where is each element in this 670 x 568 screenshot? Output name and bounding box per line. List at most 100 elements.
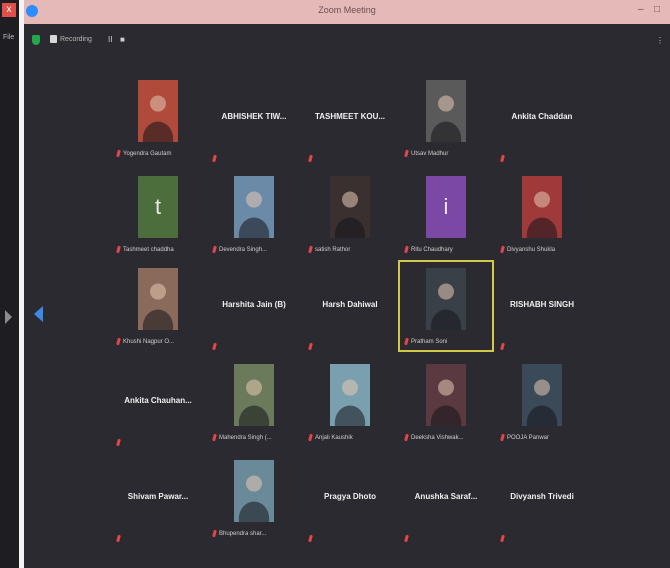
participant-tile[interactable]: satish Rathor — [302, 168, 398, 260]
participant-caption-text: satish Rathor — [315, 247, 351, 254]
stop-recording-button[interactable]: ■ — [120, 35, 125, 44]
previous-page-arrow-icon[interactable] — [34, 306, 43, 322]
person-silhouette-icon — [426, 80, 466, 142]
participant-caption-text: Pratham Soni — [411, 339, 448, 346]
participant-video — [234, 176, 274, 238]
participant-tile[interactable]: Ankita Chaddan — [494, 72, 590, 164]
more-options-icon[interactable]: ⋮ — [656, 36, 664, 45]
participant-tile[interactable]: Khushi Nagpur O... — [110, 260, 206, 352]
mic-muted-icon-glyph — [116, 438, 121, 447]
participant-caption-text: Yogendra Gautam — [123, 151, 172, 158]
mic-muted-icon-glyph — [308, 154, 313, 163]
participant-caption: Pratham Soni — [404, 337, 448, 346]
close-icon[interactable]: x — [2, 3, 16, 17]
mic-muted-icon — [212, 529, 217, 538]
mic-muted-icon — [116, 149, 121, 158]
participant-tile[interactable]: Anjali Kaushik — [302, 356, 398, 448]
participant-tile[interactable]: Pragya Dhoto — [302, 452, 398, 544]
minimize-button[interactable]: – — [638, 4, 644, 15]
mic-muted-icon-glyph — [404, 534, 409, 543]
zoom-meeting-window: Zoom Meeting – □ Recording II ■ ⋮ Yogend… — [24, 0, 670, 568]
participant-tile[interactable]: TASHMEET KOU... — [302, 72, 398, 164]
participant-caption-text: POOJA Panwar — [507, 435, 550, 442]
mic-muted-icon — [116, 245, 121, 254]
participant-tile[interactable]: Devendra Singh... — [206, 168, 302, 260]
participant-tile[interactable]: Pratham Soni — [398, 260, 494, 352]
mic-muted-icon — [308, 338, 315, 356]
participant-tile[interactable]: Shivam Pawar... — [110, 452, 206, 544]
participant-caption-text: Khushi Nagpur O... — [123, 339, 175, 346]
participant-name: Anushka Saraf... — [414, 492, 478, 501]
participant-caption-text: Anjali Kaushik — [315, 435, 353, 442]
maximize-button[interactable]: □ — [654, 4, 660, 15]
participant-caption: Tashmeet chaddha — [116, 245, 174, 254]
participant-caption-text: Utsav Madhur — [411, 151, 449, 158]
meeting-toolbar: Recording II ■ ⋮ — [24, 24, 670, 52]
mic-muted-icon — [212, 150, 219, 168]
participant-tile[interactable]: Anushka Saraf... — [398, 452, 494, 544]
mic-muted-icon — [500, 338, 507, 356]
participant-caption: Devendra Singh... — [212, 245, 268, 254]
participant-tile[interactable]: Harsh Dahiwal — [302, 260, 398, 352]
participant-video — [522, 176, 562, 238]
avatar-initial: i — [443, 194, 449, 219]
participant-caption-text: Deeksha Vishwak... — [411, 435, 464, 442]
participant-tile[interactable]: Divyansh Trivedi — [494, 452, 590, 544]
mic-muted-icon — [212, 433, 217, 442]
participant-name: Ankita Chaddan — [511, 112, 573, 121]
mic-muted-icon — [404, 245, 409, 254]
participant-caption: satish Rathor — [308, 245, 351, 254]
person-silhouette-icon — [138, 268, 178, 330]
pause-recording-button[interactable]: II — [108, 35, 112, 44]
mic-muted-icon — [500, 530, 507, 548]
participant-tile[interactable]: Bhupendra shar... — [206, 452, 302, 544]
participant-tile[interactable]: Ankita Chauhan... — [110, 356, 206, 448]
shield-icon[interactable] — [32, 35, 40, 45]
person-silhouette-icon — [426, 268, 466, 330]
participant-caption: POOJA Panwar — [500, 433, 550, 442]
participant-video — [138, 268, 178, 330]
participant-caption: Ritu Chaudhary — [404, 245, 453, 254]
mic-muted-icon-glyph — [308, 534, 313, 543]
participant-caption-text: Bhupendra shar... — [219, 531, 267, 538]
participant-video — [426, 80, 466, 142]
participant-tile[interactable]: Deeksha Vishwak... — [398, 356, 494, 448]
mic-muted-icon — [308, 433, 313, 442]
person-silhouette-icon — [330, 176, 370, 238]
participant-caption-text: Devendra Singh... — [219, 247, 268, 254]
participant-caption: Bhupendra shar... — [212, 529, 267, 538]
participant-tile[interactable]: t Tashmeet chaddha — [110, 168, 206, 260]
expand-arrow-icon[interactable] — [5, 310, 12, 324]
mic-muted-icon-glyph — [308, 342, 313, 351]
participant-tile[interactable]: Divyanshu Shukla — [494, 168, 590, 260]
mic-muted-icon — [308, 530, 315, 548]
person-silhouette-icon — [522, 176, 562, 238]
mic-muted-icon — [308, 245, 313, 254]
mic-muted-icon-glyph — [212, 154, 217, 163]
participant-name: Harshita Jain (B) — [222, 300, 286, 309]
participant-video — [522, 364, 562, 426]
participant-caption: Khushi Nagpur O... — [116, 337, 175, 346]
participant-name: Harsh Dahiwal — [322, 300, 378, 309]
participant-caption-text: Divyanshu Shukla — [507, 247, 556, 254]
participant-video — [234, 364, 274, 426]
participant-name: Shivam Pawar... — [127, 492, 189, 501]
participant-tile[interactable]: Utsav Madhur — [398, 72, 494, 164]
participant-caption-text: Tashmeet chaddha — [123, 247, 174, 254]
participant-video — [426, 364, 466, 426]
participant-tile[interactable]: Mahendra Singh (... — [206, 356, 302, 448]
mic-muted-icon-glyph — [500, 342, 505, 351]
participant-tile[interactable]: RISHABH SINGH — [494, 260, 590, 352]
participant-tile[interactable]: POOJA Panwar — [494, 356, 590, 448]
participant-tile[interactable]: Harshita Jain (B) — [206, 260, 302, 352]
participant-tile[interactable]: ABHISHEK TIW... — [206, 72, 302, 164]
file-menu[interactable]: File — [3, 34, 14, 41]
participant-caption: Anjali Kaushik — [308, 433, 353, 442]
mic-muted-icon — [500, 245, 505, 254]
mic-muted-icon — [212, 338, 219, 356]
person-silhouette-icon — [330, 364, 370, 426]
mic-muted-icon-glyph — [116, 534, 121, 543]
participant-tile[interactable]: i Ritu Chaudhary — [398, 168, 494, 260]
participant-video — [330, 176, 370, 238]
participant-tile[interactable]: Yogendra Gautam — [110, 72, 206, 164]
